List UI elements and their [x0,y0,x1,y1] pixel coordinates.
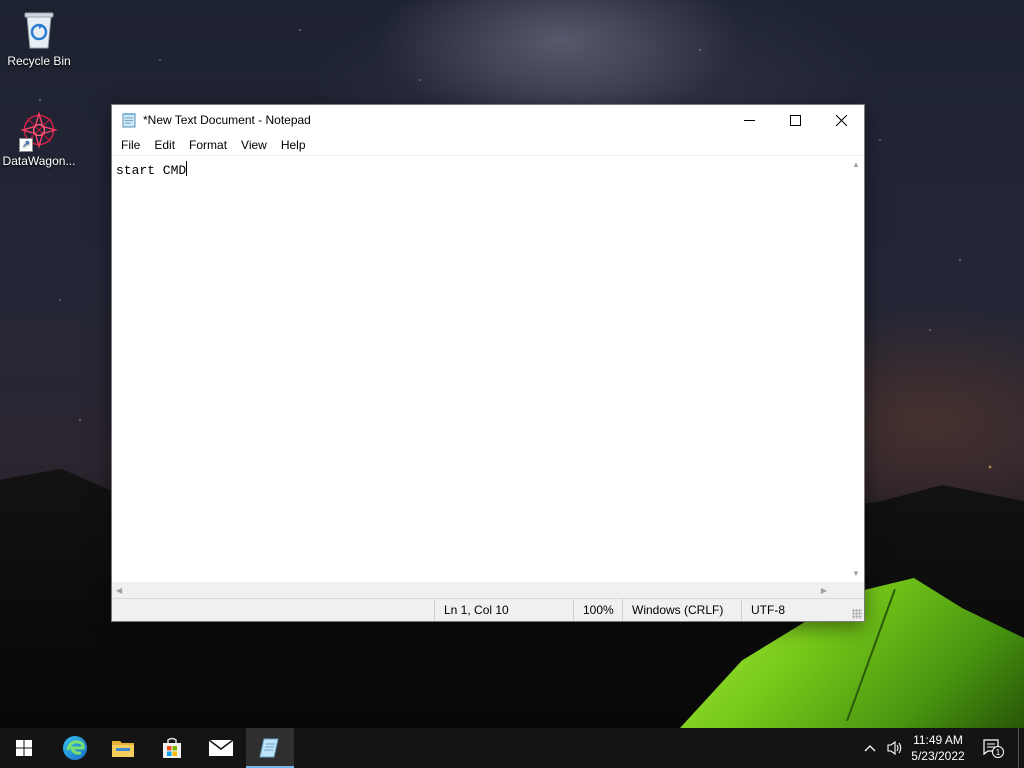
minimize-icon [743,119,755,121]
taskbar-mail[interactable] [197,728,245,768]
vertical-scrollbar[interactable]: ▲ ▼ [847,156,864,582]
desktop-icon-label: DataWagon... [2,154,76,168]
clock-date: 5/23/2022 [911,749,965,763]
windows-start-icon [16,740,32,756]
clock[interactable]: 11:49 AM 5/23/2022 [900,732,976,764]
resize-grip-icon[interactable] [852,609,862,619]
text-editor[interactable]: start CMD [112,156,847,582]
desktop-icon-recycle-bin[interactable]: Recycle Bin [1,8,77,68]
notepad-icon [259,738,279,758]
text-caret [186,161,188,176]
start-button[interactable] [0,728,48,768]
close-button[interactable] [818,105,864,135]
title-bar[interactable]: *New Text Document - Notepad [112,105,864,135]
edge-browser-icon [63,736,87,760]
taskbar-notepad[interactable] [246,728,294,768]
maximize-icon [789,114,801,126]
notepad-icon [121,112,137,128]
shortcut-arrow-icon: ↗ [19,138,33,152]
notification-icon: 1 [983,739,1004,758]
notepad-window[interactable]: *New Text Document - Notepad File Edit F… [112,105,864,621]
desktop-icon-datawagon[interactable]: ↗ DataWagon... [1,108,77,168]
editor-content: start CMD [116,163,187,178]
menu-edit[interactable]: Edit [147,135,182,155]
desktop-icon-label: Recycle Bin [7,54,71,68]
action-center-button[interactable]: 1 [978,728,1008,768]
horizontal-scrollbar[interactable]: ◀ ▶ [112,582,847,599]
menu-bar: File Edit Format View Help [112,135,864,156]
tray-overflow-button[interactable] [860,728,880,768]
window-title: *New Text Document - Notepad [143,113,311,127]
mail-icon [208,739,234,756]
taskbar: 11:49 AM 5/23/2022 1 [0,728,1024,768]
minimize-button[interactable] [726,105,772,135]
status-bar: Ln 1, Col 10 100% Windows (CRLF) UTF-8 [112,598,864,621]
status-encoding: UTF-8 [741,599,851,621]
close-icon [835,114,847,126]
taskbar-edge[interactable] [51,728,99,768]
scroll-right-icon[interactable]: ▶ [821,586,827,595]
datawagon-icon: ↗ [19,108,59,152]
recycle-bin-icon [19,8,59,52]
folder-icon [112,741,134,757]
scroll-up-icon[interactable]: ▲ [852,160,860,169]
scrollbar-corner [847,582,864,599]
store-bag-icon [163,737,181,758]
menu-help[interactable]: Help [274,135,313,155]
scroll-down-icon[interactable]: ▼ [852,569,860,578]
scroll-left-icon[interactable]: ◀ [116,586,122,595]
notification-count: 1 [996,748,1001,757]
status-zoom: 100% [573,599,625,621]
taskbar-file-explorer[interactable] [99,728,147,768]
menu-file[interactable]: File [114,135,147,155]
menu-view[interactable]: View [234,135,274,155]
show-desktop-button[interactable] [1018,728,1024,768]
status-line-ending: Windows (CRLF) [622,599,742,621]
menu-format[interactable]: Format [182,135,234,155]
chevron-up-icon [864,745,876,752]
status-position: Ln 1, Col 10 [434,599,575,621]
clock-time: 11:49 AM [913,733,963,747]
taskbar-store[interactable] [148,728,196,768]
maximize-button[interactable] [772,105,818,135]
